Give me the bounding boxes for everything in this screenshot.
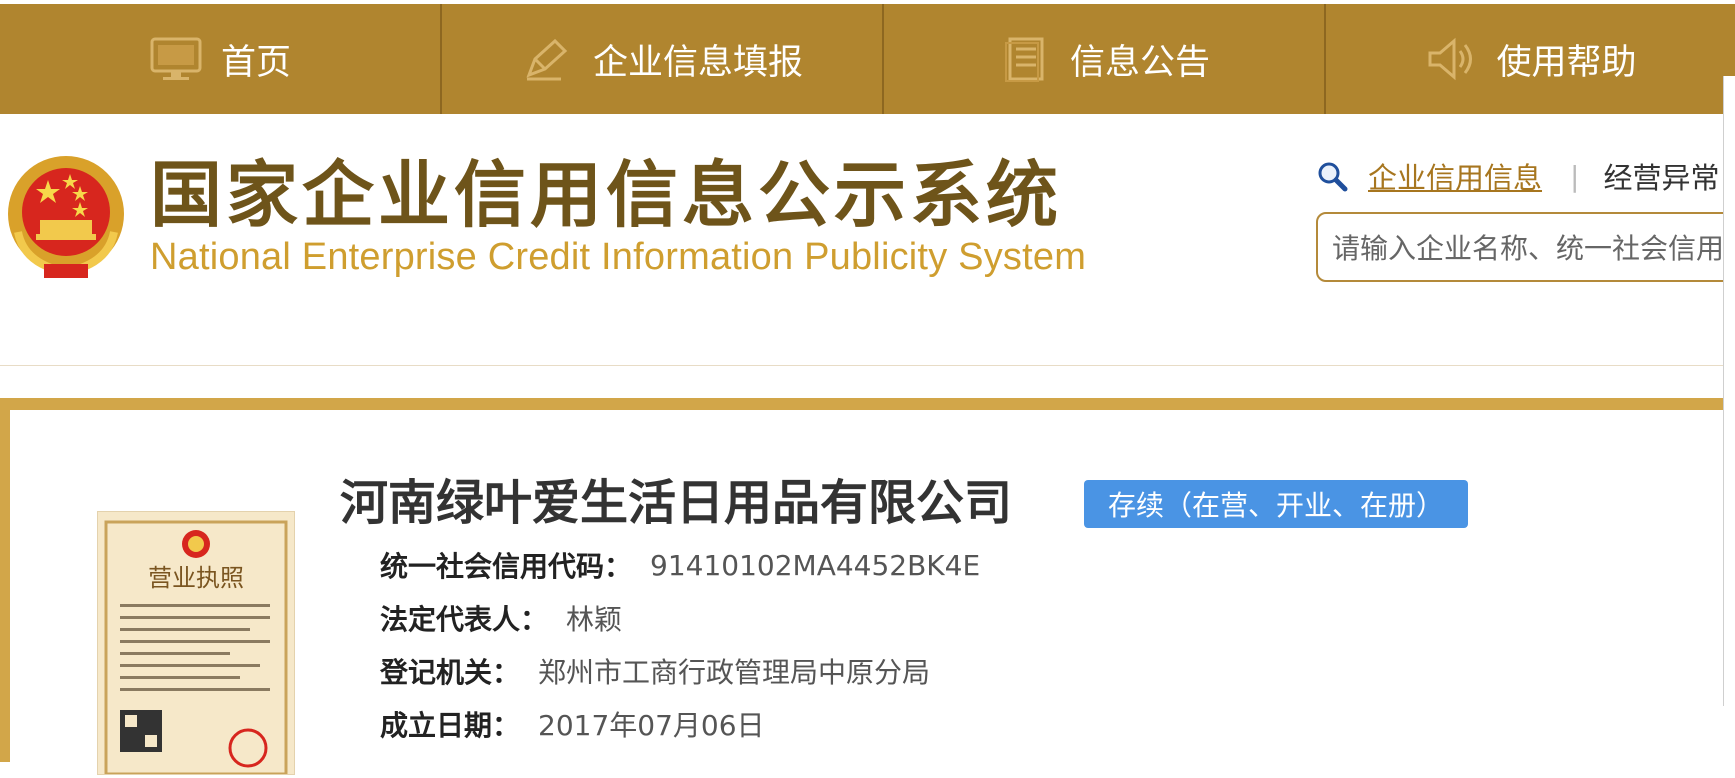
status-badge: 存续（在营、开业、在册） <box>1084 480 1468 528</box>
nav-item-home[interactable]: 首页 <box>0 4 442 114</box>
header-divider <box>0 365 1735 366</box>
national-emblem-icon <box>4 152 128 282</box>
nav-label: 使用帮助 <box>1496 42 1637 83</box>
establish-date-label: 成立日期： <box>380 709 521 742</box>
establish-date-value: 2017年07月06日 <box>538 709 765 742</box>
license-title: 营业执照 <box>148 564 244 592</box>
company-panel-frame: 营业执照 河南绿叶爱生活日用品有限公司 存续（在营、开业、在册） 统一社会信用代… <box>0 398 1735 776</box>
site-header: 国家企业信用信息公示系统 National Enterprise Credit … <box>0 114 1735 366</box>
speaker-icon <box>1424 35 1478 83</box>
authority-value: 郑州市工商行政管理局中原分局 <box>538 656 931 689</box>
nav-label: 首页 <box>220 42 291 83</box>
nav-item-announcement[interactable]: 信息公告 <box>884 4 1326 114</box>
system-subtitle: National Enterprise Credit Information P… <box>150 236 1087 278</box>
side-panel-edge <box>1723 76 1735 706</box>
info-row-authority: 登记机关： 郑州市工商行政管理局中原分局 <box>380 648 930 694</box>
business-license-image[interactable]: 营业执照 <box>98 512 294 776</box>
nav-label: 企业信息填报 <box>592 42 803 83</box>
search-input[interactable]: 请输入企业名称、统一社会信用 <box>1316 212 1735 282</box>
info-row-establish-date: 成立日期： 2017年07月06日 <box>380 701 765 747</box>
info-row-legal-rep: 法定代表人： 林颖 <box>380 595 622 641</box>
tab-enterprise-credit-info[interactable]: 企业信用信息 <box>1368 155 1542 197</box>
credit-code-label: 统一社会信用代码： <box>380 550 633 583</box>
search-placeholder: 请输入企业名称、统一社会信用 <box>1332 232 1725 265</box>
system-title: 国家企业信用信息公示系统 <box>150 152 1063 237</box>
credit-code-value: 91410102MA4452BK4E <box>650 548 981 582</box>
legal-rep-label: 法定代表人： <box>380 603 549 636</box>
authority-label: 登记机关： <box>380 656 521 689</box>
search-icon <box>1316 160 1348 192</box>
tab-abnormal-operation[interactable]: 经营异常 <box>1603 155 1719 197</box>
tab-separator: | <box>1570 159 1580 193</box>
search-type-links: 企业信用信息 | 经营异常 <box>1316 154 1735 198</box>
top-nav: 首页 企业信息填报 信息公告 使用帮助 <box>0 4 1735 114</box>
nav-item-info-report[interactable]: 企业信息填报 <box>442 4 884 114</box>
document-icon <box>998 35 1052 83</box>
company-name: 河南绿叶爱生活日用品有限公司 <box>340 475 1013 531</box>
legal-rep-value: 林颖 <box>566 603 623 636</box>
info-row-credit-code: 统一社会信用代码： 91410102MA4452BK4E <box>380 542 980 588</box>
company-panel: 营业执照 河南绿叶爱生活日用品有限公司 存续（在营、开业、在册） 统一社会信用代… <box>10 410 1735 776</box>
edit-icon <box>521 35 575 83</box>
nav-label: 信息公告 <box>1069 42 1210 83</box>
search-area: 企业信用信息 | 经营异常 请输入企业名称、统一社会信用 <box>1316 154 1735 282</box>
nav-item-help[interactable]: 使用帮助 <box>1326 4 1735 114</box>
monitor-icon <box>149 35 203 83</box>
